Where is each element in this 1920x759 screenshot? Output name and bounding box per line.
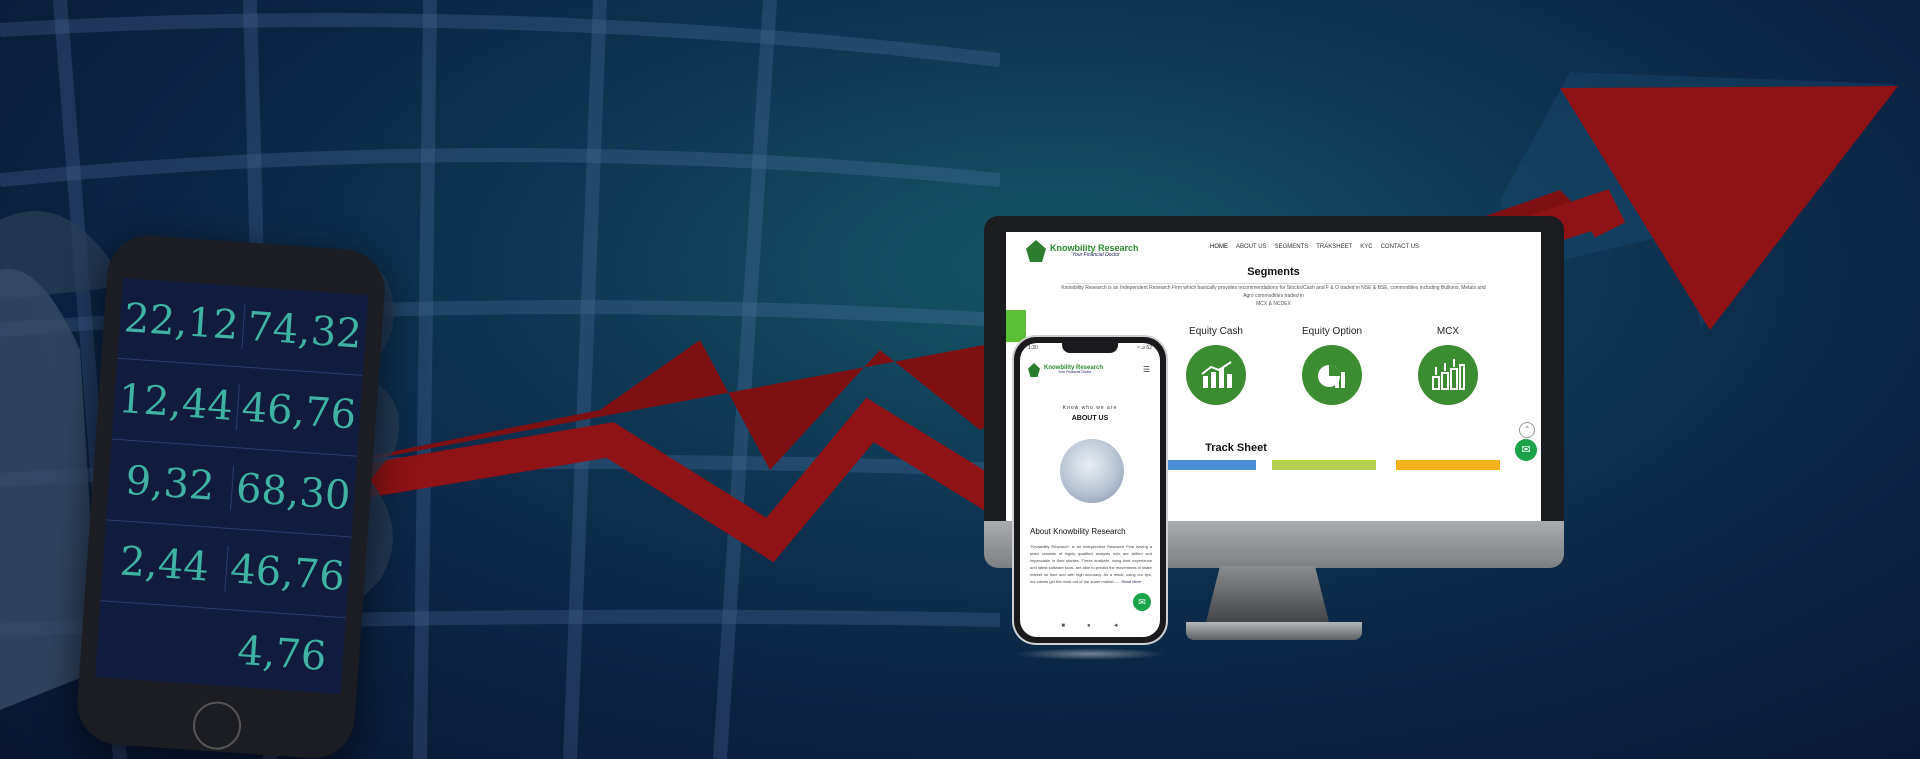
track-bar-blue [1156,460,1256,470]
number-cell: 12,44 [112,375,240,431]
segments-description-line-1: Knowbility Research is an Independent Re… [1061,285,1486,299]
number-cell: 4,76 [235,627,328,680]
site-logo[interactable]: Knowbility Research Your Financial Docto… [1026,240,1139,262]
mobile-screen: 1:30 ⁸ ⊿ 62 Knowbility Research Your Fin… [1020,343,1160,637]
mobile-logo[interactable]: Knowbility Research Your Financial Docto… [1028,363,1103,377]
recent-apps-icon[interactable]: ■ [1061,623,1065,629]
phone-screen-numbers: 22,12 74,32 12,44 46,76 9,32 68,30 2,44 46,76 4,… [95,277,369,695]
nav-item-contact[interactable]: CONTACT US [1381,244,1419,250]
about-kicker: Know who we are [1062,405,1118,411]
hand-holding-phone: 22,12 74,32 12,44 46,76 9,32 68,30 2,44 46,76 4,… [0,150,420,759]
bar-chart-icon [1186,345,1246,405]
segment-card-equity-cash[interactable]: Equity Cash [1176,326,1256,405]
read-more-link[interactable]: Read More [1121,579,1141,584]
logo-tagline: Your Financial Doctor [1058,370,1092,375]
phone-shadow [1014,648,1166,660]
monitor-stand [1205,566,1330,626]
nav-item-home[interactable]: HOME [1210,244,1228,250]
segment-card-mcx[interactable]: MCX [1408,326,1488,405]
android-nav-bar: ■ ● ◄ [1020,623,1160,629]
hero-banner: 22,12 74,32 12,44 46,76 9,32 68,30 2,44 46,76 4,… [0,0,1920,759]
segment-label: Equity Cash [1189,326,1243,337]
track-bar-green [1272,460,1376,470]
nav-item-kyc[interactable]: KYC [1360,244,1372,250]
number-cell: 68,30 [234,465,352,520]
track-bar-yellow [1396,460,1500,470]
number-cell: 46,76 [240,384,358,439]
side-tab[interactable] [1006,310,1026,342]
about-heading: About Knowbility Research [1030,527,1126,536]
nav-item-segments[interactable]: SEGMENTS [1275,244,1309,250]
segments-description: Knowbility Research is an Independent Re… [1056,284,1491,308]
phone-notch [1062,343,1118,353]
segments-description-line-2: MCX & NCDEX [1256,301,1291,307]
number-cell: 2,44 [101,537,229,592]
monitor-stand-base [1186,622,1362,640]
segments-title: Segments [1247,266,1300,278]
segment-card-equity-option[interactable]: Equity Option [1292,326,1372,405]
nav-item-traksheet[interactable]: TRAKSHEET [1316,244,1352,250]
logo-tagline: Your Financial Doctor [1072,252,1120,258]
number-cell: 74,32 [245,303,364,358]
about-photo [1060,439,1124,503]
logo-icon [1026,240,1046,262]
back-icon[interactable]: ◄ [1113,623,1119,629]
mobile-mockup: 1:30 ⁸ ⊿ 62 Knowbility Research Your Fin… [1014,337,1166,643]
segment-label: Equity Option [1301,326,1363,337]
scroll-top-button[interactable]: ⌃ [1519,422,1535,438]
number-row: 4,76 [95,601,346,695]
logo-icon [1028,363,1040,377]
site-nav: HOME ABOUT US SEGMENTS TRAKSHEET KYC CON… [1210,244,1419,250]
phone-device: 22,12 74,32 12,44 46,76 9,32 68,30 2,44 46,76 4,… [74,232,388,759]
number-cell: 9,32 [107,456,234,512]
status-icons: ⁸ ⊿ 62 [1137,345,1152,351]
number-cell [97,641,221,650]
about-body-text: "Knowbility Research" is an Independent … [1030,544,1152,584]
nav-item-about[interactable]: ABOUT US [1236,244,1267,250]
status-time: 1:30 [1028,345,1038,351]
mail-button[interactable]: ✉ [1133,593,1151,611]
mail-button[interactable]: ✉ [1515,439,1537,461]
hamburger-menu-icon[interactable]: ☰ [1143,365,1150,374]
growth-bars-icon [1418,345,1478,405]
pie-chart-icon [1302,345,1362,405]
home-icon[interactable]: ● [1087,623,1091,629]
about-body: "Knowbility Research" is an Independent … [1030,543,1152,585]
home-button [191,699,243,752]
about-title: ABOUT US [1071,415,1109,422]
number-cell: 46,76 [228,546,347,601]
segment-label: MCX [1436,326,1460,337]
number-cell: 22,12 [118,294,246,350]
